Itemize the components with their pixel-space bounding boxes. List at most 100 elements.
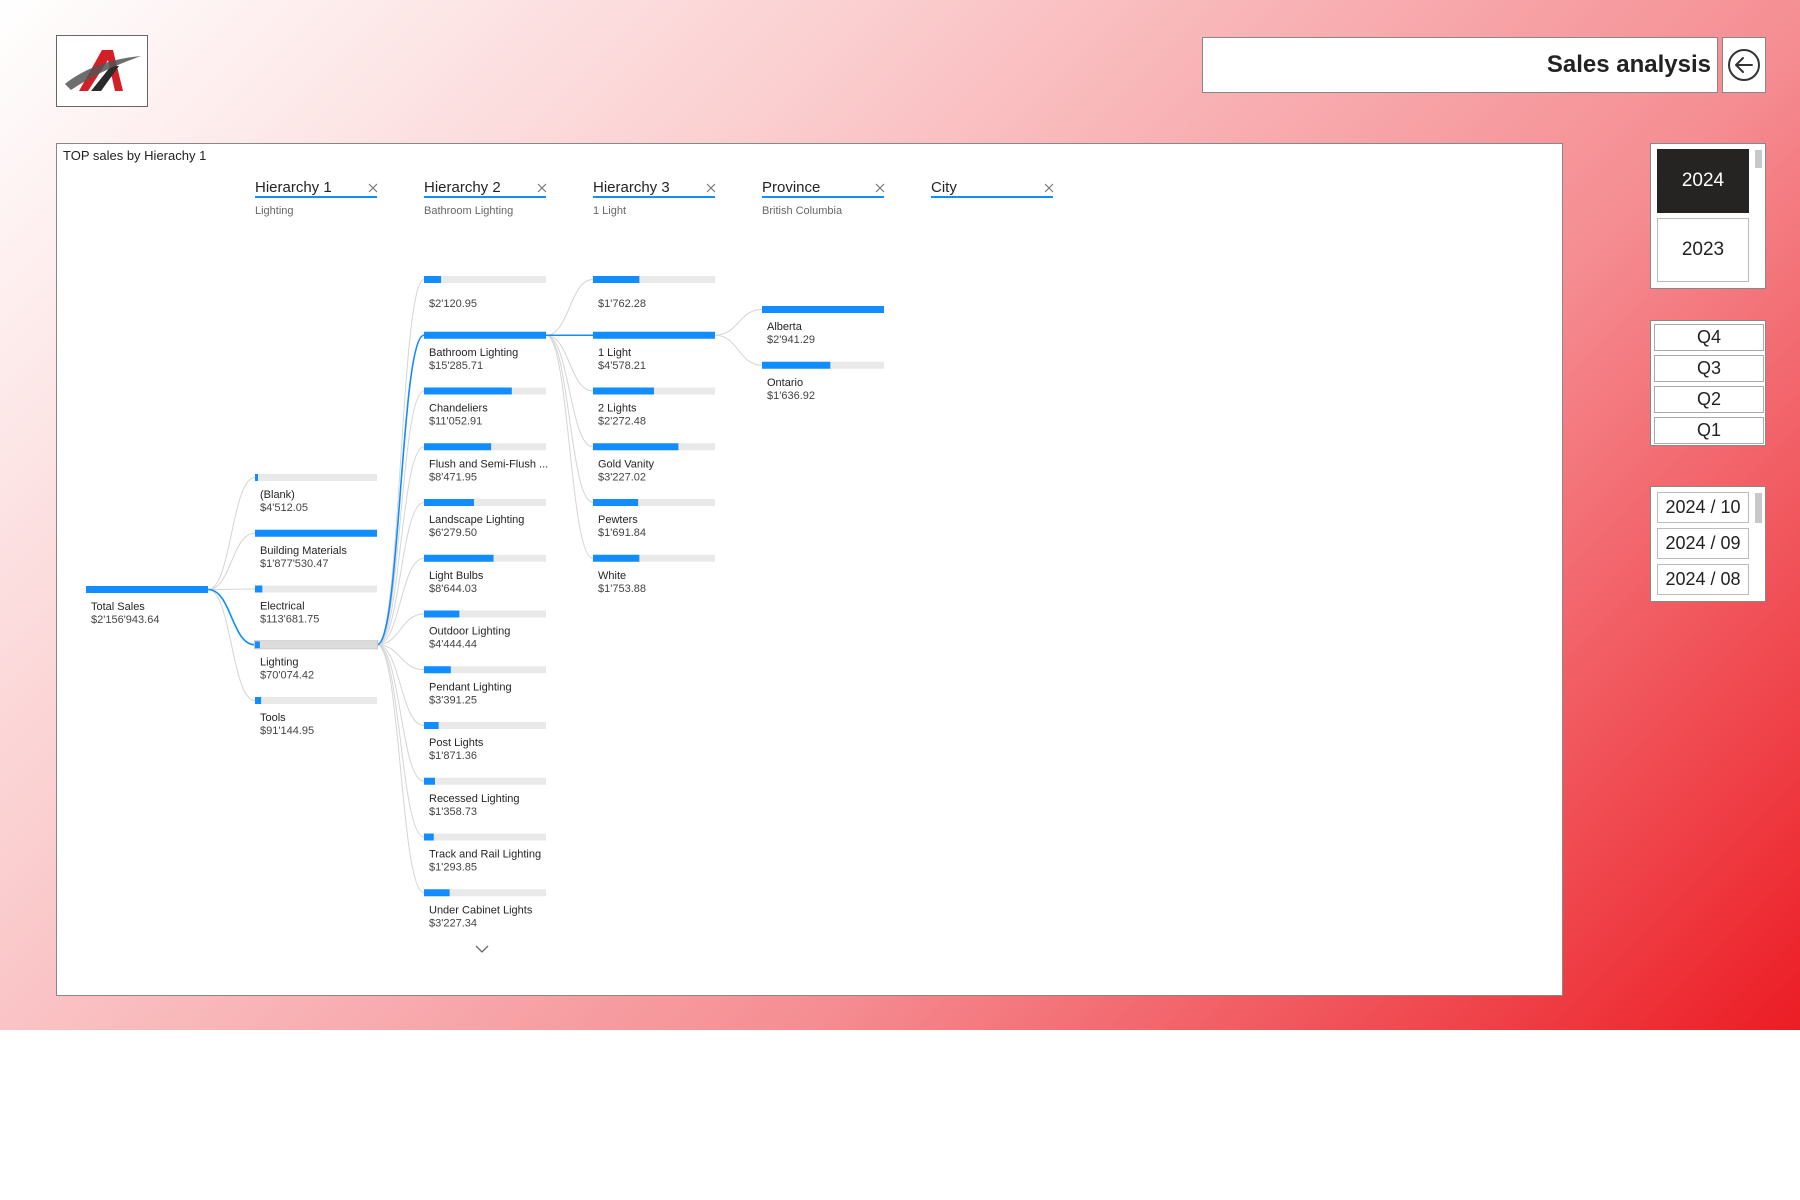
tree-node[interactable]: $2'120.95 [424, 276, 546, 310]
node-label: Pendant Lighting [429, 681, 512, 693]
quarter-option[interactable]: Q2 [1654, 386, 1764, 413]
level-header-selection: Lighting [255, 205, 294, 217]
node-label: Pewters [598, 514, 638, 526]
month-option-label: 2024 / 10 [1665, 497, 1741, 517]
tree-link [376, 644, 425, 838]
bar-track [255, 697, 377, 704]
month-option[interactable]: 2024 / 08 [1657, 564, 1749, 595]
node-value: $8'644.03 [429, 583, 477, 595]
tree-node[interactable]: (Blank)$4'512.05 [255, 474, 377, 514]
close-icon [368, 183, 378, 193]
tree-node[interactable]: Flush and Semi-Flush ...$8'471.95 [424, 443, 548, 483]
month-option[interactable]: 2024 / 10 [1657, 492, 1749, 523]
company-logo [56, 35, 148, 107]
year-option-label: 2024 [1681, 170, 1725, 191]
level-header-name: Hierarchy 3 [593, 179, 670, 196]
tree-node[interactable]: Post Lights$1'871.36 [424, 722, 546, 762]
tree-nodes: Total Sales$2'156'943.64 (Blank)$4'512.05… [86, 276, 884, 929]
tree-node[interactable]: Ontario$1'636.92 [762, 361, 884, 402]
logo-mark-icon [65, 50, 141, 91]
tree-node[interactable]: Chandeliers$11'052.91 [424, 387, 546, 428]
tree-node-root[interactable]: Total Sales$2'156'943.64 [86, 586, 208, 626]
year-option[interactable]: 2024 [1657, 149, 1749, 213]
quarter-option[interactable]: Q1 [1654, 417, 1764, 444]
bar-fill [424, 276, 442, 283]
level-header-name: Province [762, 179, 820, 196]
tree-node[interactable]: Alberta$2'941.29 [762, 306, 884, 346]
month-slicer-scrollbar[interactable] [1755, 493, 1762, 523]
tree-link [376, 502, 425, 646]
node-label: Under Cabinet Lights [429, 904, 533, 916]
node-value: $3'391.25 [429, 694, 477, 706]
level-header-underline [255, 196, 377, 198]
node-label: Post Lights [429, 737, 484, 749]
node-value: $15'285.71 [429, 360, 483, 372]
level-header-name: Hierarchy 1 [255, 179, 332, 196]
decomposition-tree-chart: Total Sales$2'156'943.64 (Blank)$4'512.05… [86, 179, 1054, 953]
month-option-label: 2024 / 08 [1665, 569, 1741, 589]
tree-node[interactable]: Tools$91'144.95 [255, 697, 377, 737]
tree-node[interactable]: Lighting$70'074.42 [254, 640, 378, 682]
tree-node[interactable]: Landscape Lighting$6'279.50 [424, 499, 546, 539]
node-label: Chandeliers [429, 403, 488, 415]
bar-fill [593, 499, 639, 506]
tree-link [545, 334, 594, 503]
tree-link [207, 589, 256, 701]
bar-fill [255, 585, 263, 593]
tree-link [207, 588, 256, 590]
quarter-option[interactable]: Q4 [1654, 324, 1764, 351]
bar-fill [424, 722, 439, 729]
node-label: Building Materials [260, 545, 347, 557]
tree-link [545, 279, 594, 336]
bar-fill [424, 443, 492, 451]
node-label: 1 Light [598, 347, 631, 359]
tree-node[interactable]: Pewters$1'691.84 [593, 499, 715, 539]
tree-node[interactable]: Bathroom Lighting$15'285.71 [424, 331, 546, 372]
tree-node[interactable]: White$1'753.88 [593, 554, 715, 595]
bar-fill [593, 331, 715, 339]
bar-fill [424, 387, 512, 395]
quarter-option-label: Q3 [1696, 358, 1721, 378]
tree-link [376, 644, 425, 894]
year-option[interactable]: 2023 [1657, 218, 1749, 282]
node-value: $1'871.36 [429, 750, 477, 762]
bar-fill [762, 306, 884, 313]
node-value: $3'227.34 [429, 917, 477, 929]
tree-node[interactable]: Light Bulbs$8'644.03 [424, 554, 546, 595]
bar-track [255, 641, 377, 649]
year-slicer-scrollbar[interactable] [1755, 150, 1762, 168]
node-label: Tools [260, 712, 286, 724]
month-option-label: 2024 / 09 [1665, 533, 1741, 553]
tree-link-active [376, 334, 425, 646]
tree-node[interactable]: Outdoor Lighting$4'444.44 [424, 610, 546, 651]
node-value: $4'578.21 [598, 360, 646, 372]
bar-track [255, 474, 377, 481]
tree-node[interactable]: 2 Lights$2'272.48 [593, 387, 715, 428]
node-value: $1'636.92 [767, 390, 815, 402]
tree-node[interactable]: Pendant Lighting$3'391.25 [424, 666, 546, 706]
node-value: $2'272.48 [598, 416, 646, 428]
tree-node[interactable]: 1 Light$4'578.21 [593, 331, 715, 372]
tree-node[interactable]: Recessed Lighting$1'358.73 [424, 777, 546, 818]
month-option[interactable]: 2024 / 09 [1657, 528, 1749, 559]
node-label: 2 Lights [598, 403, 637, 415]
node-value: $8'471.95 [429, 471, 477, 483]
tree-node[interactable]: Electrical$113'681.75 [255, 585, 377, 626]
tree-node[interactable]: Gold Vanity$3'227.02 [593, 443, 715, 483]
tree-node[interactable]: $1'762.28 [593, 276, 715, 310]
tree-link [376, 644, 425, 671]
node-label: Ontario [767, 377, 803, 389]
node-value: $4'512.05 [260, 502, 308, 514]
node-label: Alberta [767, 321, 803, 333]
chevron-down-icon[interactable] [475, 945, 489, 953]
tree-node[interactable]: Track and Rail Lighting$1'293.85 [424, 833, 546, 874]
node-value: $70'074.42 [260, 669, 314, 681]
node-label: Bathroom Lighting [429, 347, 518, 359]
back-button[interactable] [1722, 37, 1766, 93]
tree-node[interactable]: Under Cabinet Lights$3'227.34 [424, 889, 546, 929]
quarter-option[interactable]: Q3 [1654, 355, 1764, 382]
bar-track [424, 276, 546, 283]
node-value: $6'279.50 [429, 527, 477, 539]
tree-node[interactable]: Building Materials$1'877'530.47 [255, 529, 377, 570]
node-value: $1'753.88 [598, 583, 646, 595]
